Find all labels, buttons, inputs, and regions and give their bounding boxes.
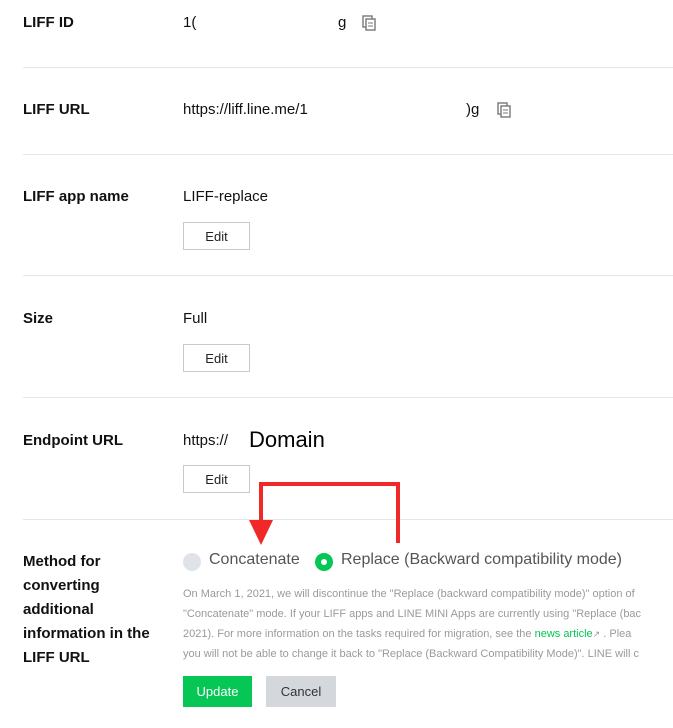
liff-url-row: LIFF URL https://liff.line.me/1 )g <box>23 98 673 122</box>
method-label-line: converting <box>23 577 100 594</box>
migration-note-line: "Concatenate" mode. If your LIFF apps an… <box>183 608 642 620</box>
news-article-link[interactable]: news article <box>535 628 593 640</box>
liff-url-label: LIFF URL <box>23 101 90 118</box>
edit-endpoint-button[interactable]: Edit <box>183 465 250 493</box>
radio-concatenate[interactable] <box>183 553 201 571</box>
cancel-button[interactable]: Cancel <box>266 676 336 707</box>
liff-id-row: LIFF ID 1( g <box>23 11 673 35</box>
app-name-value: LIFF-replace <box>183 188 269 205</box>
update-button[interactable]: Update <box>183 676 252 707</box>
radio-replace-label[interactable]: Replace (Backward compatibility mode) <box>341 551 622 569</box>
method-label-line: additional <box>23 601 94 618</box>
liff-id-label: LIFF ID <box>23 14 74 31</box>
endpoint-label: Endpoint URL <box>23 432 123 449</box>
migration-note-text: 2021). For more information on the tasks… <box>183 628 532 640</box>
migration-note-text: . Plea <box>603 628 632 640</box>
liff-url-value-start: https://liff.line.me/1 <box>183 101 308 118</box>
domain-annotation: Domain <box>249 427 325 452</box>
liff-settings-page: LIFF ID 1( g LIFF URL https://liff.line.… <box>0 0 673 728</box>
liff-id-value-end: g <box>338 14 347 31</box>
liff-url-value-end: )g <box>466 101 480 118</box>
method-label-line: Method for <box>23 553 101 570</box>
app-name-label: LIFF app name <box>23 188 129 205</box>
divider <box>23 397 673 398</box>
migration-note-line: On March 1, 2021, we will discontinue th… <box>183 588 635 600</box>
migration-note-line: 2021). For more information on the tasks… <box>183 624 673 644</box>
radio-replace[interactable] <box>315 553 333 571</box>
size-value: Full <box>183 310 208 327</box>
migration-note-line: you will not be able to change it back t… <box>183 648 639 660</box>
annotation-arrow-head <box>249 520 273 545</box>
divider <box>23 519 673 520</box>
divider <box>23 154 673 155</box>
radio-concatenate-label[interactable]: Concatenate <box>209 551 300 569</box>
endpoint-value: https:// <box>183 432 229 449</box>
size-row: Size Full Edit <box>23 307 673 377</box>
endpoint-row: Endpoint URL https:// Domain Edit <box>23 427 673 499</box>
copy-icon[interactable] <box>497 102 511 118</box>
method-label-line: LIFF URL <box>23 649 90 666</box>
method-label-line: information in the <box>23 625 150 642</box>
edit-size-button[interactable]: Edit <box>183 344 250 372</box>
app-name-row: LIFF app name LIFF-replace Edit <box>23 185 673 255</box>
external-link-icon: ↗ <box>592 629 601 639</box>
method-label: Method for converting additional informa… <box>23 550 173 670</box>
divider <box>23 67 673 68</box>
copy-icon[interactable] <box>362 15 376 31</box>
size-label: Size <box>23 310 54 327</box>
divider <box>23 275 673 276</box>
edit-app-name-button[interactable]: Edit <box>183 222 250 250</box>
liff-id-value-start: 1( <box>183 14 197 31</box>
